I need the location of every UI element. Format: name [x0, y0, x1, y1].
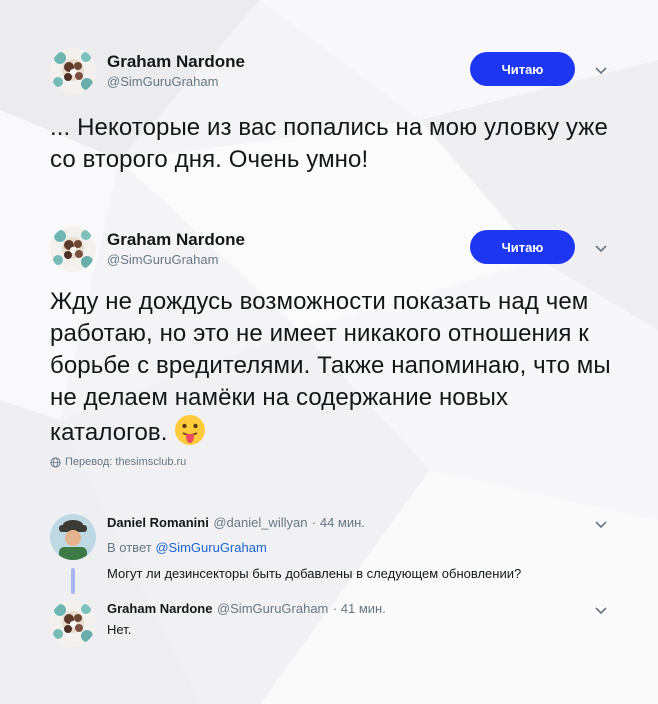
- tweet-2-body: Жду не дождусь возможности показать над …: [50, 286, 620, 449]
- author-name[interactable]: Graham Nardone: [107, 52, 245, 72]
- reply-1: Daniel Romanini @daniel_willyan · 44 мин…: [50, 514, 620, 581]
- avatar-graham-icon: [50, 226, 96, 272]
- avatar-daniel[interactable]: [50, 514, 96, 560]
- reply-2-meta: Graham Nardone @SimGuruGraham · 41 мин.: [107, 600, 386, 618]
- avatar-graham[interactable]: [50, 226, 96, 272]
- chevron-down-icon[interactable]: [594, 244, 608, 254]
- author-block: Graham Nardone @SimGuruGraham: [107, 230, 245, 269]
- tweet-1-text: ... Некоторые из вас попались на мою уло…: [50, 114, 608, 173]
- mention-link[interactable]: @SimGuruGraham: [155, 540, 266, 555]
- avatar-graham[interactable]: [50, 48, 96, 94]
- reply-time[interactable]: · 44 мин.: [312, 515, 365, 530]
- reply-time[interactable]: · 41 мин.: [333, 601, 386, 616]
- chevron-down-icon[interactable]: [594, 66, 608, 76]
- following-button[interactable]: Читаю: [470, 230, 575, 264]
- author-handle[interactable]: @SimGuruGraham: [107, 73, 245, 91]
- chevron-down-icon[interactable]: [594, 520, 608, 530]
- in-reply-to: В ответ @SimGuruGraham: [107, 540, 267, 555]
- following-button[interactable]: Читаю: [470, 52, 575, 86]
- tongue-out-emoji: [174, 415, 205, 445]
- reply-author-name[interactable]: Daniel Romanini: [107, 515, 209, 530]
- tweet-2-text: Жду не дождусь возможности показать над …: [50, 288, 611, 446]
- translation-text[interactable]: Перевод: thesimsclub.ru: [65, 456, 186, 468]
- avatar-daniel-icon: [50, 514, 96, 560]
- reply-2: Graham Nardone @SimGuruGraham · 41 мин. …: [50, 600, 620, 650]
- reply-1-meta: Daniel Romanini @daniel_willyan · 44 мин…: [107, 514, 365, 532]
- reply-author-handle[interactable]: @SimGuruGraham: [217, 601, 328, 616]
- avatar-graham[interactable]: [50, 600, 96, 646]
- reply-author-name[interactable]: Graham Nardone: [107, 601, 212, 616]
- avatar-graham-icon: [50, 48, 96, 94]
- globe-icon: [50, 456, 61, 468]
- tweet-2-header: Graham Nardone @SimGuruGraham Читаю: [50, 226, 620, 278]
- chevron-down-icon[interactable]: [594, 606, 608, 616]
- tweet-1-header: Graham Nardone @SimGuruGraham Читаю: [50, 48, 620, 100]
- in-reply-prefix: В ответ: [107, 540, 152, 555]
- author-name[interactable]: Graham Nardone: [107, 230, 245, 250]
- tweet-thread: Graham Nardone @SimGuruGraham Читаю ... …: [0, 0, 658, 704]
- thread-connector: [71, 568, 75, 594]
- author-handle[interactable]: @SimGuruGraham: [107, 251, 245, 269]
- author-block: Graham Nardone @SimGuruGraham: [107, 52, 245, 91]
- reply-1-text: Могут ли дезинсекторы быть добавлены в с…: [107, 566, 522, 581]
- reply-2-text: Нет.: [107, 622, 132, 637]
- translation-credit: Перевод: thesimsclub.ru: [50, 456, 186, 468]
- avatar-graham-icon: [50, 600, 96, 646]
- reply-author-handle[interactable]: @daniel_willyan: [213, 515, 307, 530]
